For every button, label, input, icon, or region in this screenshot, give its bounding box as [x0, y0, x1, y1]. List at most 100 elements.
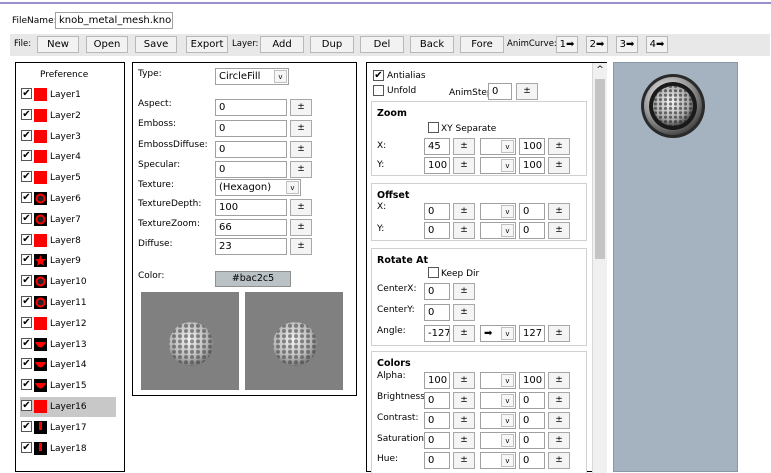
- offset-y-to-input[interactable]: 0: [519, 222, 545, 239]
- vertical-scrollbar[interactable]: ^: [592, 63, 607, 473]
- layer-row[interactable]: ✔ Layer7: [20, 210, 116, 230]
- angle-to-input[interactable]: 127: [519, 325, 545, 342]
- offset-y-from-curve-button[interactable]: ±: [453, 222, 475, 239]
- saturation-curve-select[interactable]: v: [480, 432, 516, 449]
- layer-row[interactable]: ✔ Layer12: [20, 314, 116, 334]
- emboss-curve-button[interactable]: ±: [290, 120, 312, 137]
- layer-visible-checkbox[interactable]: ✔: [21, 379, 32, 391]
- offset-x-to-curve-button[interactable]: ±: [548, 203, 570, 220]
- del-layer-button[interactable]: Del: [360, 36, 404, 53]
- xy-separate-checkbox[interactable]: [428, 122, 439, 133]
- embossdiffuse-input[interactable]: 0: [215, 141, 287, 158]
- layer-visible-checkbox[interactable]: ✔: [21, 108, 32, 120]
- zoom-x-to-curve-button[interactable]: ±: [548, 138, 570, 155]
- zoom-x-to-input[interactable]: 100: [519, 138, 545, 155]
- centerx-curve-button[interactable]: ±: [453, 283, 475, 300]
- zoom-x-from-input[interactable]: 45: [424, 138, 450, 155]
- alpha-to-input[interactable]: 100: [519, 372, 545, 389]
- centery-curve-button[interactable]: ±: [453, 304, 475, 321]
- brightness-from-input[interactable]: 0: [424, 392, 450, 409]
- angle-to-curve-button[interactable]: ±: [548, 325, 570, 342]
- layer-visible-checkbox[interactable]: ✔: [21, 129, 32, 141]
- texturedepth-curve-button[interactable]: ±: [290, 199, 312, 216]
- alpha-to-curve-button[interactable]: ±: [548, 372, 570, 389]
- diffuse-input[interactable]: 23: [215, 238, 287, 255]
- animstep-input[interactable]: 0: [488, 83, 512, 100]
- layer-row[interactable]: ✔ Layer6: [20, 189, 116, 209]
- animcurve-3-button[interactable]: 3➡: [616, 36, 638, 53]
- animstep-curve-button[interactable]: ±: [516, 83, 538, 100]
- animcurve-4-button[interactable]: 4➡: [646, 36, 668, 53]
- centery-input[interactable]: 0: [424, 304, 450, 321]
- brightness-from-curve-button[interactable]: ±: [453, 392, 475, 409]
- layer-row[interactable]: ✔ Layer10: [20, 272, 116, 292]
- emboss-input[interactable]: 0: [215, 120, 287, 137]
- hue-to-curve-button[interactable]: ±: [548, 452, 570, 469]
- layer-row[interactable]: ✔ Layer1: [20, 85, 116, 105]
- layer-row[interactable]: ✔ Layer16: [20, 397, 116, 417]
- alpha-from-input[interactable]: 100: [424, 372, 450, 389]
- hue-to-input[interactable]: 0: [519, 452, 545, 469]
- layer-row[interactable]: ✔ Layer15: [20, 376, 116, 396]
- offset-x-curve-select[interactable]: v: [480, 203, 516, 220]
- layer-visible-checkbox[interactable]: ✔: [21, 233, 32, 245]
- offset-x-from-input[interactable]: 0: [424, 203, 450, 220]
- offset-y-from-input[interactable]: 0: [424, 222, 450, 239]
- layer-row[interactable]: ✔ Layer5: [20, 168, 116, 188]
- offset-y-to-curve-button[interactable]: ±: [548, 222, 570, 239]
- dup-layer-button[interactable]: Dup: [310, 36, 354, 53]
- texturezoom-curve-button[interactable]: ±: [290, 219, 312, 236]
- zoom-y-from-curve-button[interactable]: ±: [453, 157, 475, 174]
- layer-visible-checkbox[interactable]: ✔: [21, 254, 32, 266]
- layer-visible-checkbox[interactable]: ✔: [21, 296, 32, 307]
- specular-curve-button[interactable]: ±: [290, 161, 312, 178]
- layer-visible-checkbox[interactable]: ✔: [21, 441, 32, 453]
- back-layer-button[interactable]: Back: [410, 36, 454, 53]
- angle-from-input[interactable]: -127: [424, 325, 450, 342]
- layer-row[interactable]: ✔ Layer11: [20, 293, 116, 313]
- layer-row[interactable]: ✔ Layer13: [20, 335, 116, 355]
- animcurve-2-button[interactable]: 2➡: [586, 36, 608, 53]
- contrast-from-input[interactable]: 0: [424, 412, 450, 429]
- scroll-up-arrow[interactable]: ^: [593, 63, 607, 77]
- angle-from-curve-button[interactable]: ±: [453, 325, 475, 342]
- layer-visible-checkbox[interactable]: ✔: [21, 88, 32, 99]
- contrast-from-curve-button[interactable]: ±: [453, 412, 475, 429]
- type-select[interactable]: CircleFill v: [215, 68, 289, 85]
- contrast-to-input[interactable]: 0: [519, 412, 545, 429]
- brightness-to-curve-button[interactable]: ±: [548, 392, 570, 409]
- layer-row[interactable]: ✔ Layer17: [20, 418, 116, 438]
- offset-x-from-curve-button[interactable]: ±: [453, 203, 475, 220]
- zoom-y-from-input[interactable]: 100: [424, 157, 450, 174]
- layer-row[interactable]: ✔ Layer3: [20, 127, 116, 147]
- offset-x-to-input[interactable]: 0: [519, 203, 545, 220]
- zoom-y-to-curve-button[interactable]: ±: [548, 157, 570, 174]
- saturation-to-curve-button[interactable]: ±: [548, 432, 570, 449]
- diffuse-curve-button[interactable]: ±: [290, 238, 312, 255]
- layer-visible-checkbox[interactable]: ✔: [21, 316, 32, 328]
- brightness-to-input[interactable]: 0: [519, 392, 545, 409]
- layer-visible-checkbox[interactable]: ✔: [21, 420, 32, 432]
- knob-image[interactable]: [638, 71, 708, 141]
- layer-row[interactable]: ✔ Layer9: [20, 251, 116, 271]
- embossdiffuse-curve-button[interactable]: ±: [290, 141, 312, 158]
- aspect-input[interactable]: 0: [215, 99, 287, 116]
- unfold-checkbox[interactable]: [373, 85, 384, 96]
- layer-visible-checkbox[interactable]: ✔: [21, 171, 32, 183]
- zoom-y-to-input[interactable]: 100: [519, 157, 545, 174]
- knob-preview-area[interactable]: [613, 62, 738, 472]
- save-button[interactable]: Save: [135, 36, 177, 53]
- fore-layer-button[interactable]: Fore: [460, 36, 504, 53]
- layer-visible-checkbox[interactable]: ✔: [21, 150, 32, 162]
- layer-row[interactable]: ✔ Layer2: [20, 106, 116, 126]
- contrast-to-curve-button[interactable]: ±: [548, 412, 570, 429]
- zoom-x-curve-select[interactable]: v: [480, 138, 516, 155]
- preference-link[interactable]: Preference: [40, 70, 88, 80]
- layer-visible-checkbox[interactable]: ✔: [21, 400, 32, 411]
- texturezoom-input[interactable]: 66: [215, 219, 287, 236]
- alpha-curve-select[interactable]: v: [480, 372, 516, 389]
- layer-row[interactable]: ✔ Layer8: [20, 231, 116, 251]
- centerx-input[interactable]: 0: [424, 283, 450, 300]
- export-button[interactable]: Export: [186, 36, 228, 53]
- layer-visible-checkbox[interactable]: ✔: [21, 337, 32, 349]
